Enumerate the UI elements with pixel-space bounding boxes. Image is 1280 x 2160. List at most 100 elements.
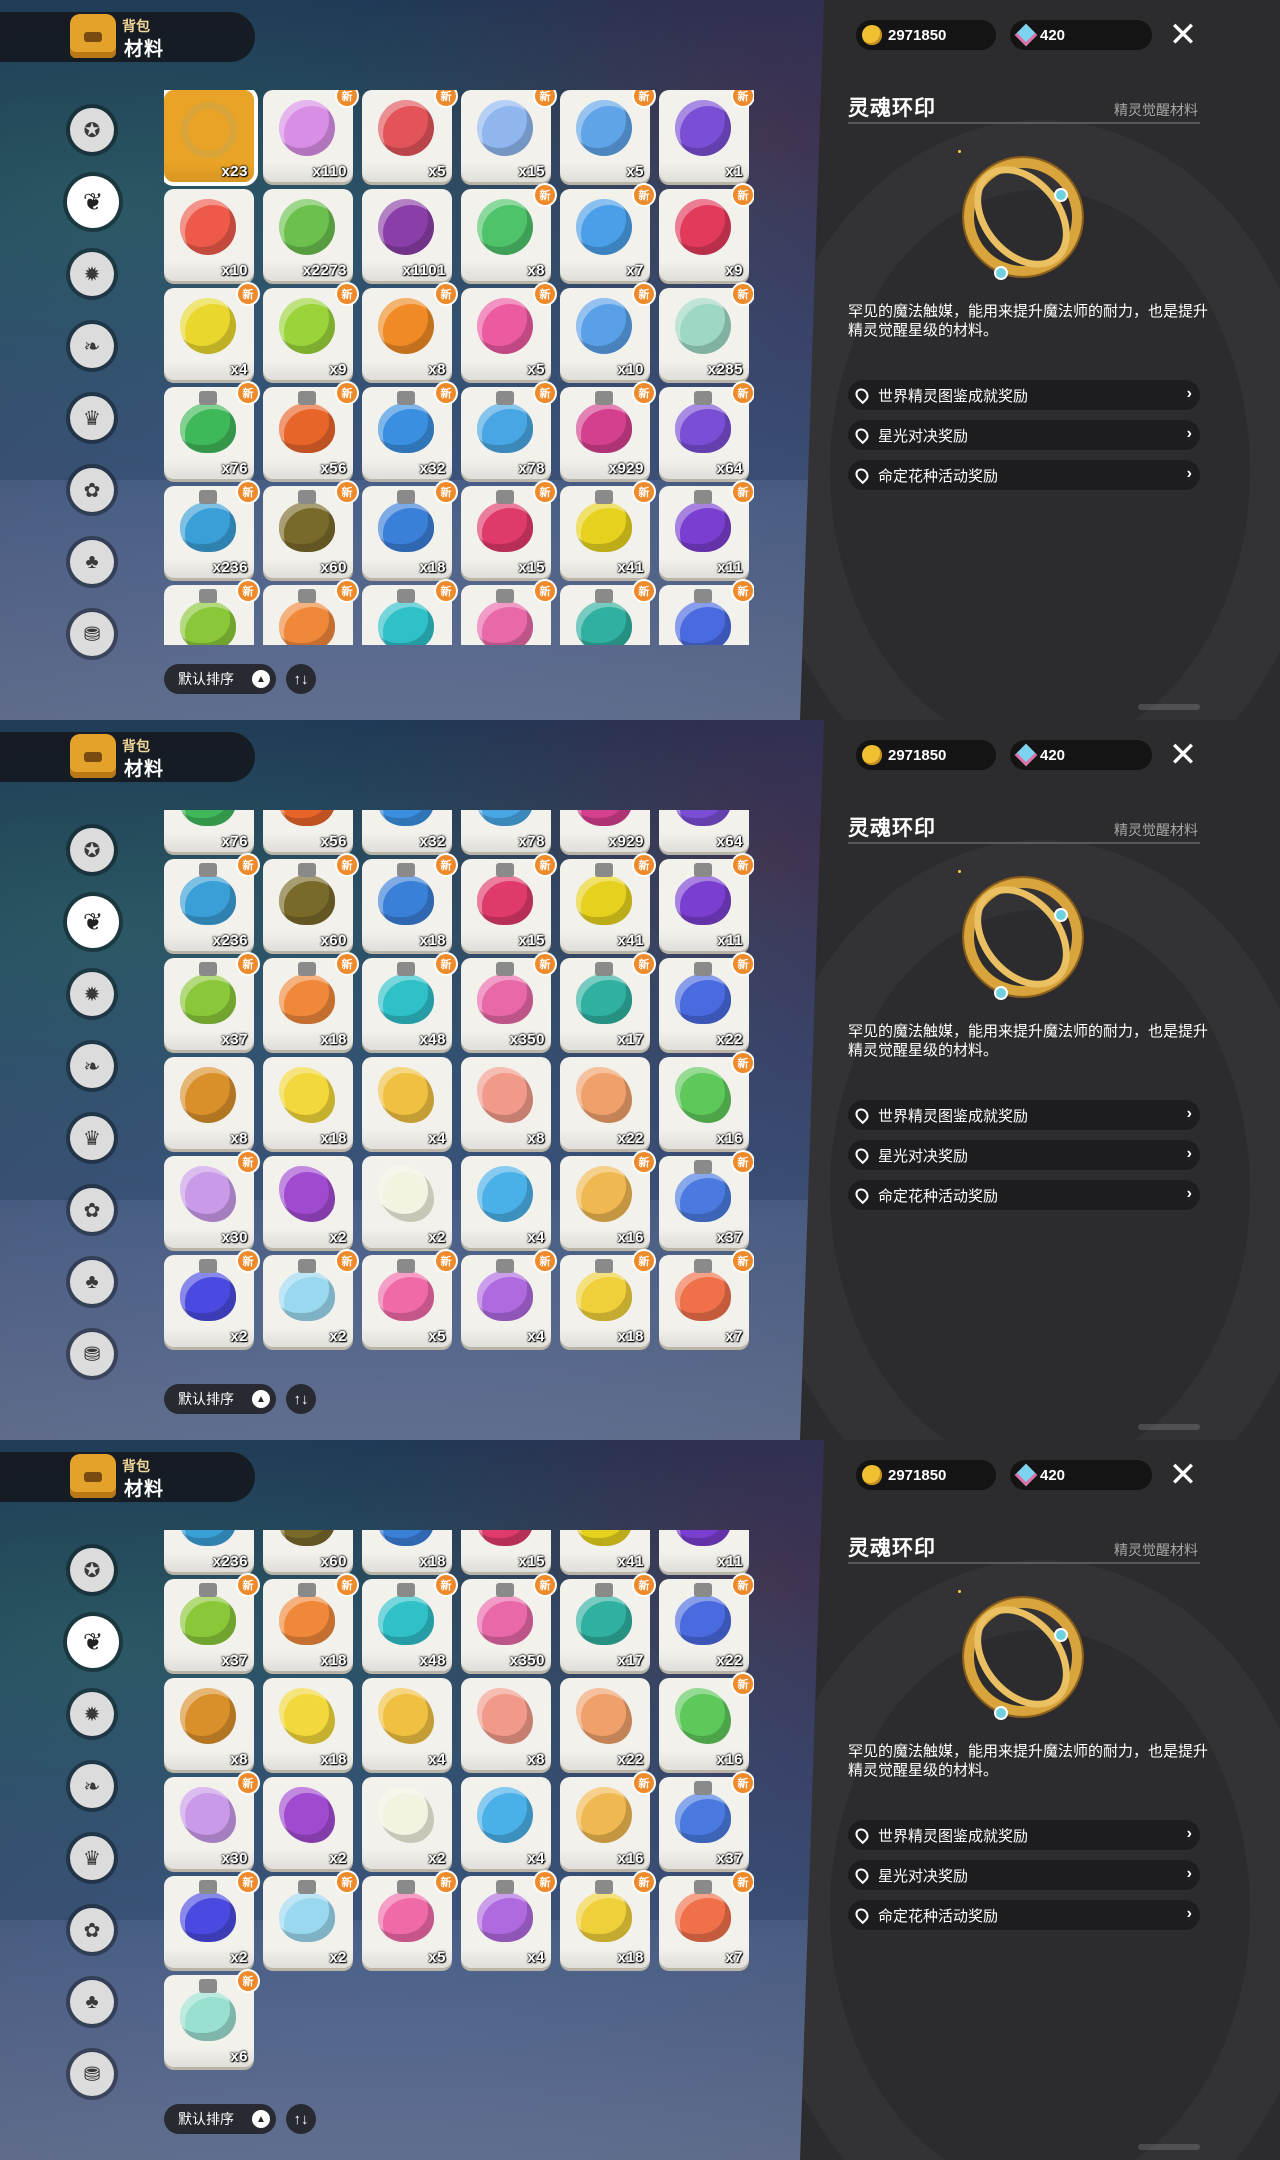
item-slot[interactable]: x2	[362, 1156, 452, 1248]
source-link[interactable]: 星光对决奖励 ›	[848, 1140, 1200, 1170]
sidebar-item-chest-category[interactable]: ⛃	[70, 2052, 114, 2096]
sidebar-item-crown-category[interactable]: ♛	[70, 1836, 114, 1880]
item-slot[interactable]: x4	[362, 1057, 452, 1149]
item-slot[interactable]: x236	[164, 1530, 254, 1572]
sidebar-item-acorn-category[interactable]: ♣	[70, 540, 114, 584]
item-slot[interactable]: x22	[560, 1057, 650, 1149]
item-slot[interactable]: x76	[164, 810, 254, 852]
item-slot[interactable]: x17 新	[560, 954, 654, 1050]
item-slot[interactable]: x8 新	[362, 284, 456, 380]
item-slot[interactable]: x11	[659, 1530, 749, 1572]
sidebar-item-leaf-category[interactable]: ❦	[67, 1616, 119, 1668]
item-slot[interactable]: x4	[461, 1156, 551, 1248]
item-grid[interactable]: x76 x56 x32 x78 x929 x64 x236 新 x60 新 x18 新 x15 新 x41 新…	[164, 810, 754, 1365]
item-slot[interactable]: x32 新	[362, 383, 456, 479]
sidebar-item-orb-category[interactable]: ✿	[70, 468, 114, 512]
scrollbar[interactable]	[1138, 2144, 1200, 2150]
sidebar-item-star-category[interactable]: ✪	[70, 828, 114, 872]
item-slot[interactable]: x929 新	[560, 383, 654, 479]
item-slot[interactable]: x2 新	[263, 1251, 357, 1347]
sort-button[interactable]: 默认排序 ▲	[164, 1384, 276, 1414]
sidebar-item-burst-category[interactable]: ✹	[70, 252, 114, 296]
item-slot[interactable]: x7 新	[659, 1872, 753, 1968]
sidebar-item-crown-category[interactable]: ♛	[70, 396, 114, 440]
item-slot[interactable]: x30 新	[164, 1773, 258, 1869]
item-slot[interactable]: x18	[362, 1530, 452, 1572]
item-slot[interactable]: x15 新	[461, 482, 555, 578]
item-slot[interactable]: x37 新	[164, 1575, 258, 1671]
item-slot[interactable]: x5 新	[362, 1251, 456, 1347]
item-slot[interactable]: x18 新	[560, 1872, 654, 1968]
item-slot[interactable]: x7 新	[659, 1251, 753, 1347]
item-slot[interactable]: x236 新	[164, 482, 258, 578]
scrollbar[interactable]	[1138, 704, 1200, 710]
item-slot[interactable]: x15	[461, 1530, 551, 1572]
item-slot[interactable]: x18 新	[263, 1575, 357, 1671]
item-slot[interactable]: x5 新	[362, 90, 456, 182]
sidebar-item-chest-category[interactable]: ⛃	[70, 1332, 114, 1376]
item-slot[interactable]: x2	[263, 1156, 353, 1248]
item-slot[interactable]: x1 新	[659, 90, 753, 182]
source-link[interactable]: 星光对决奖励 ›	[848, 1860, 1200, 1890]
item-slot[interactable]: x110 新	[263, 90, 357, 182]
sort-button[interactable]: 默认排序 ▲	[164, 664, 276, 694]
item-slot[interactable]: x18	[263, 1057, 353, 1149]
item-slot[interactable]: x18 新	[362, 482, 456, 578]
item-slot[interactable]: x350 新	[461, 1575, 555, 1671]
source-link[interactable]: 世界精灵图鉴成就奖励 ›	[848, 1100, 1200, 1130]
item-slot[interactable]: x2 新	[164, 1872, 258, 1968]
sidebar-item-sprout-category[interactable]: ❧	[70, 1044, 114, 1088]
item-slot[interactable]: x2	[263, 1777, 353, 1869]
sidebar-item-burst-category[interactable]: ✹	[70, 972, 114, 1016]
source-link[interactable]: 命定花种活动奖励 ›	[848, 460, 1200, 490]
item-slot[interactable]: x60 新	[263, 855, 357, 951]
item-slot[interactable]: x8	[164, 1678, 254, 1770]
item-grid[interactable]: x236 x60 x18 x15 x41 x11 x37 新 x18 新 x48 新 x350 新 x17 新…	[164, 1530, 754, 2085]
item-slot[interactable]: x78 新	[461, 383, 555, 479]
item-slot[interactable]: x37 新	[659, 1773, 753, 1869]
item-slot[interactable]: x8	[164, 1057, 254, 1149]
item-slot[interactable]: x350 新	[461, 954, 555, 1050]
sidebar-item-star-category[interactable]: ✪	[70, 1548, 114, 1592]
sort-order-button[interactable]: ↑↓	[286, 1384, 316, 1414]
item-slot[interactable]: x22	[560, 1678, 650, 1770]
item-slot[interactable]: x15 新	[461, 855, 555, 951]
item-slot[interactable]: 新	[659, 581, 753, 645]
item-slot[interactable]: x16 新	[659, 1053, 753, 1149]
item-slot[interactable]: x2	[362, 1777, 452, 1869]
sidebar-item-crown-category[interactable]: ♛	[70, 1116, 114, 1160]
item-slot[interactable]: x23	[164, 90, 258, 186]
item-slot[interactable]: x9 新	[263, 284, 357, 380]
sort-order-button[interactable]: ↑↓	[286, 2104, 316, 2134]
item-slot[interactable]: x18 新	[362, 855, 456, 951]
source-link[interactable]: 命定花种活动奖励 ›	[848, 1180, 1200, 1210]
item-slot[interactable]: x8	[461, 1678, 551, 1770]
sidebar-item-burst-category[interactable]: ✹	[70, 1692, 114, 1736]
item-slot[interactable]: x6 新	[164, 1971, 258, 2067]
sidebar-item-sprout-category[interactable]: ❧	[70, 324, 114, 368]
item-slot[interactable]: x4 新	[461, 1872, 555, 1968]
item-slot[interactable]: x4	[461, 1777, 551, 1869]
item-slot[interactable]: x17 新	[560, 1575, 654, 1671]
item-slot[interactable]: x4	[362, 1678, 452, 1770]
item-slot[interactable]: x18 新	[263, 954, 357, 1050]
item-slot[interactable]: x56 新	[263, 383, 357, 479]
item-slot[interactable]: x48 新	[362, 954, 456, 1050]
item-slot[interactable]: x37 新	[659, 1152, 753, 1248]
item-slot[interactable]: x32	[362, 810, 452, 852]
item-slot[interactable]: 新	[164, 581, 258, 645]
source-link[interactable]: 命定花种活动奖励 ›	[848, 1900, 1200, 1930]
item-slot[interactable]: x11 新	[659, 855, 753, 951]
sidebar-item-acorn-category[interactable]: ♣	[70, 1980, 114, 2024]
item-slot[interactable]: x41 新	[560, 855, 654, 951]
item-slot[interactable]: x41	[560, 1530, 650, 1572]
item-slot[interactable]: x16 新	[560, 1152, 654, 1248]
item-slot[interactable]: 新	[560, 581, 654, 645]
item-slot[interactable]: x16 新	[659, 1674, 753, 1770]
sidebar-item-acorn-category[interactable]: ♣	[70, 1260, 114, 1304]
item-slot[interactable]: x22 新	[659, 954, 753, 1050]
item-slot[interactable]: x5 新	[461, 284, 555, 380]
item-slot[interactable]: x4 新	[164, 284, 258, 380]
item-slot[interactable]: x76 新	[164, 383, 258, 479]
scrollbar[interactable]	[1138, 1424, 1200, 1430]
